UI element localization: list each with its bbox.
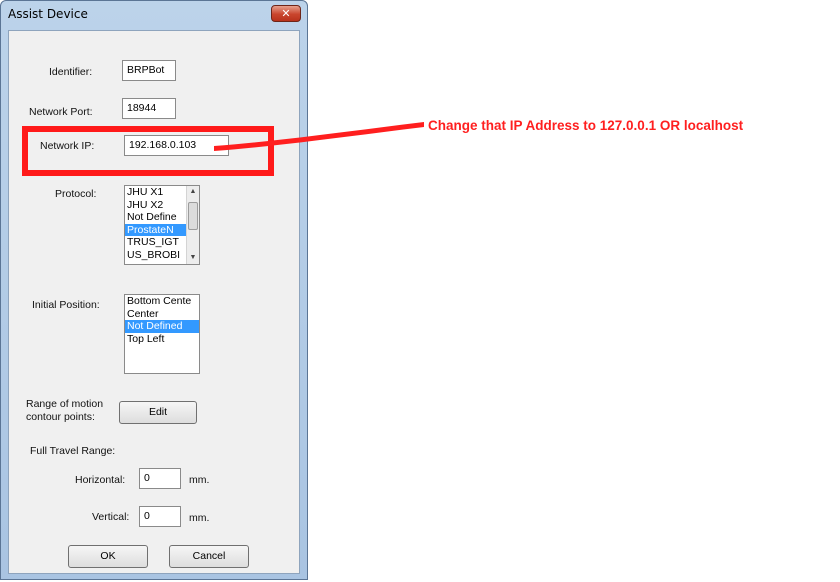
annotation-arrow	[214, 122, 424, 151]
annotation-text: Change that IP Address to 127.0.0.1 OR l…	[428, 118, 744, 133]
